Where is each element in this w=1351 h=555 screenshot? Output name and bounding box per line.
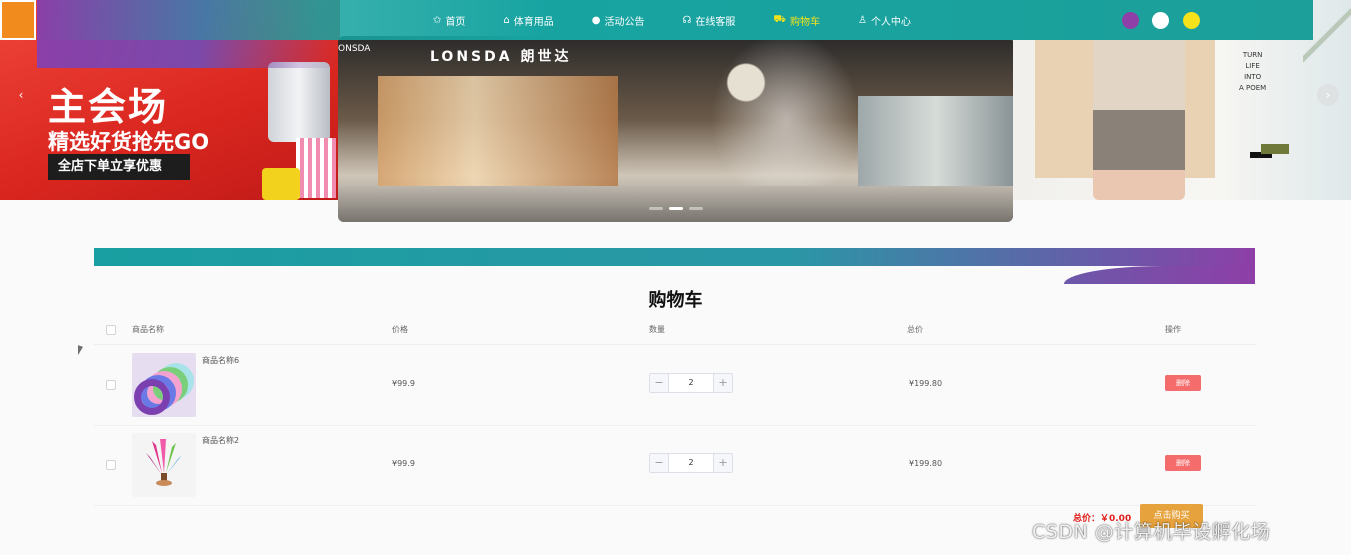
divider-gradient <box>94 248 1255 266</box>
brand-logo <box>0 0 36 40</box>
page-title: 购物车 <box>648 290 703 311</box>
store-sign: LONSDA 朗世达 <box>430 49 572 65</box>
decrease-button[interactable]: − <box>650 374 669 392</box>
row-subtotal: ¥199.80 <box>909 459 943 468</box>
star-icon: ✩ <box>433 14 442 26</box>
product-name[interactable]: 商品名称6 <box>202 355 239 366</box>
mall-interior <box>858 96 1013 196</box>
product-name[interactable]: 商品名称2 <box>202 435 239 446</box>
product-image <box>296 138 336 198</box>
select-all-checkbox[interactable] <box>106 325 116 335</box>
carousel-dot[interactable] <box>648 207 663 210</box>
theme-yellow-button[interactable] <box>1183 12 1200 29</box>
slide-mall-center[interactable]: ONSDA LONSDA 朗世达 <box>338 36 1013 222</box>
nav-item-label: 体育用品 <box>513 16 554 28</box>
carousel-next-button[interactable]: › <box>1317 84 1339 106</box>
promo-tag: 全店下单立享优惠 <box>48 154 190 180</box>
promo-subline: 精选好货抢先GO <box>48 130 210 154</box>
user-icon: ♙ <box>857 14 867 26</box>
headset-icon: ☊ <box>682 14 692 26</box>
circle-icon: ● <box>591 14 601 26</box>
decor-bar <box>1261 144 1289 154</box>
row-select-checkbox[interactable] <box>106 460 116 470</box>
quantity-input[interactable]: 2 <box>668 454 714 472</box>
product-image <box>262 168 300 200</box>
quantity-stepper: − 2 + <box>649 453 733 473</box>
column-header-name: 商品名称 <box>132 325 164 334</box>
product-price: ¥99.9 <box>392 459 415 468</box>
nav-item-label: 活动公告 <box>604 16 645 28</box>
column-header-action: 操作 <box>1165 325 1181 334</box>
shuttlecock-image <box>146 439 182 486</box>
divider-curve <box>1064 266 1255 284</box>
product-thumbnail[interactable] <box>132 353 196 417</box>
column-header-price: 价格 <box>392 325 408 334</box>
slogan-text: TURN LIFE INTO A POEM <box>1239 51 1267 92</box>
nav-item-user-center[interactable]: ♙ 个人中心 <box>858 13 911 28</box>
carousel-dot[interactable] <box>688 207 703 210</box>
mall-floor <box>338 186 1013 222</box>
cart-row: 商品名称2 ¥99.9 − 2 + ¥199.80 删除 <box>94 425 1256 506</box>
quantity-input[interactable]: 2 <box>668 374 714 392</box>
theme-white-button[interactable] <box>1152 12 1169 29</box>
column-header-total: 总价 <box>907 325 923 334</box>
delete-button[interactable]: 删除 <box>1165 375 1201 391</box>
increase-button[interactable]: + <box>713 374 732 392</box>
cart-table-header: 商品名称 价格 数量 总价 操作 <box>94 318 1256 345</box>
nav-menu: ✩ 首页 ⌂ 体育用品 ● 活动公告 ☊ 在线客服 ⛟ 购物车 ♙ 个人中心 <box>433 0 949 40</box>
nav-item-label: 首页 <box>445 16 466 28</box>
cart-row: 商品名称6 ¥99.9 − 2 + ¥199.80 删除 <box>94 345 1256 426</box>
nav-item-sports-goods[interactable]: ⌂ 体育用品 <box>503 13 553 28</box>
nav-item-label: 在线客服 <box>695 16 736 28</box>
promo-headline: 主会场 <box>48 85 169 129</box>
carousel-indicators <box>338 207 1013 210</box>
nav-item-cart[interactable]: ⛟ 购物车 <box>773 13 820 28</box>
nav-item-home[interactable]: ✩ 首页 <box>433 13 465 28</box>
product-thumbnail[interactable] <box>132 433 196 497</box>
store-sign-small: ONSDA <box>338 44 371 54</box>
delete-button[interactable]: 删除 <box>1165 455 1201 471</box>
carousel-dot-active[interactable] <box>668 207 683 210</box>
product-price: ¥99.9 <box>392 379 415 388</box>
cart-icon: ⛟ <box>773 13 786 25</box>
bag-icon: ⌂ <box>503 14 510 26</box>
decrease-button[interactable]: − <box>650 454 669 472</box>
row-subtotal: ¥199.80 <box>909 379 943 388</box>
nav-item-label: 个人中心 <box>870 16 911 28</box>
nav-item-customer-service[interactable]: ☊ 在线客服 <box>682 13 735 28</box>
product-image <box>268 62 330 142</box>
quantity-stepper: − 2 + <box>649 373 733 393</box>
store-window <box>378 76 618 186</box>
ring-shape <box>134 379 170 415</box>
watermark-text: CSDN @计算机毕设孵化场 <box>1032 521 1271 543</box>
column-header-quantity: 数量 <box>649 325 665 334</box>
nav-item-label: 购物车 <box>789 16 820 28</box>
nav-item-announcements[interactable]: ● 活动公告 <box>592 13 645 28</box>
theme-purple-button[interactable] <box>1122 12 1139 29</box>
increase-button[interactable]: + <box>713 454 732 472</box>
section-divider <box>94 248 1255 284</box>
row-select-checkbox[interactable] <box>106 380 116 390</box>
carousel-prev-button[interactable]: ‹ <box>10 84 32 106</box>
mouse-cursor <box>78 345 83 357</box>
